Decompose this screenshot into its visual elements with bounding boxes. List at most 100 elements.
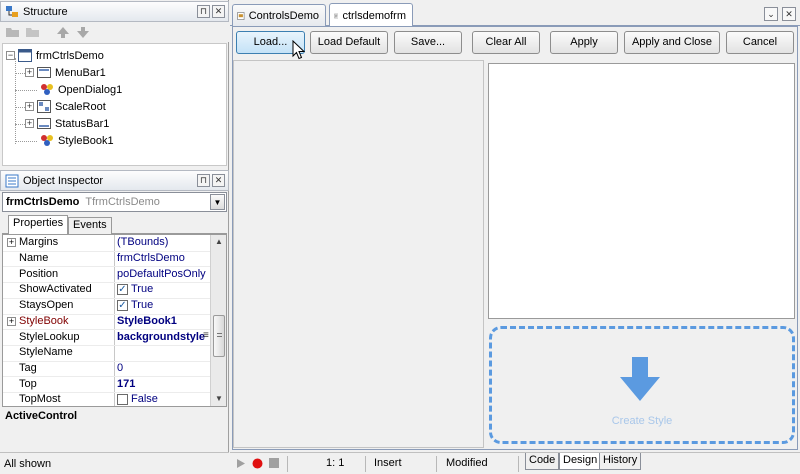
property-name: Margins	[19, 236, 59, 249]
structure-toolbar	[0, 22, 229, 42]
stylebook-icon	[41, 135, 53, 146]
expand-icon[interactable]: +	[25, 68, 34, 77]
property-value[interactable]: frmCtrlsDemo	[117, 251, 213, 266]
apply-and-close-button[interactable]: Apply and Close	[624, 31, 720, 54]
tree-node-statusbar1[interactable]: + StatusBar1	[25, 115, 109, 132]
scroll-up-icon[interactable]: ▲	[211, 235, 227, 249]
close-icon[interactable]: ✕	[212, 174, 225, 187]
clear-all-button[interactable]: Clear All	[472, 31, 540, 54]
record-icon[interactable]	[252, 458, 263, 469]
property-value-text: True	[131, 283, 154, 296]
dropdown-arrow-icon[interactable]: ▼	[210, 194, 225, 210]
property-row-top[interactable]: Top 171	[3, 376, 211, 392]
property-value[interactable]: False	[117, 392, 213, 406]
pin-icon[interactable]: ⊓	[197, 174, 210, 187]
expand-icon[interactable]: +	[25, 102, 34, 111]
tree-node-stylebook1[interactable]: StyleBook1	[37, 132, 114, 149]
tree-node-frmctrlsdemo[interactable]: − frmCtrlsDemo	[6, 47, 104, 64]
property-row-tag[interactable]: Tag 0	[3, 361, 211, 377]
tab-properties[interactable]: Properties	[8, 215, 69, 235]
tab-design[interactable]: Design	[559, 453, 602, 470]
checkbox-unchecked[interactable]	[117, 393, 128, 405]
property-value[interactable]: 0	[117, 361, 213, 376]
property-row-topmost[interactable]: TopMost False	[3, 392, 213, 406]
create-style-label: Create Style	[611, 415, 673, 427]
folder-open-icon[interactable]	[5, 25, 21, 39]
property-value[interactable]: 171	[117, 377, 213, 392]
tab-list-icon[interactable]: ⌄	[764, 7, 778, 21]
modified-status: Modified	[446, 457, 488, 469]
tree-node-scaleroot[interactable]: + ScaleRoot	[25, 98, 106, 115]
close-icon[interactable]: ✕	[212, 5, 225, 18]
cancel-button[interactable]: Cancel	[726, 31, 794, 54]
tree-node-label: StyleBook1	[58, 134, 114, 147]
scroll-down-icon[interactable]: ▼	[211, 392, 227, 406]
folder-icon[interactable]	[25, 25, 41, 39]
scroll-thumb[interactable]	[213, 315, 225, 357]
property-row-margins[interactable]: + Margins (TBounds)	[3, 235, 211, 251]
property-value[interactable]: StyleBook1	[117, 314, 213, 329]
property-value[interactable]: ✓ True	[117, 282, 213, 297]
tree-node-menubar1[interactable]: + MenuBar1	[25, 64, 106, 81]
play-icon[interactable]	[236, 458, 246, 469]
property-grid: + Margins (TBounds) Name frmCtrlsDemo Positio…	[2, 234, 227, 407]
checkbox-checked[interactable]: ✓	[117, 284, 128, 296]
property-name: StyleName	[19, 346, 73, 359]
tab-history[interactable]: History	[599, 453, 642, 470]
selected-component-name: frmCtrlsDemo	[6, 196, 80, 208]
ellipsis-icon[interactable]: ≡	[203, 330, 209, 341]
style-tree-panel[interactable]	[233, 60, 484, 448]
tab-controlsdemo[interactable]: ControlsDemo	[232, 4, 326, 26]
tab-events[interactable]: Events	[68, 217, 112, 234]
property-row-name[interactable]: Name frmCtrlsDemo	[3, 251, 211, 267]
property-row-stylelookup[interactable]: StyleLookup backgroundstyle	[3, 329, 211, 345]
property-row-stylebook[interactable]: + StyleBook StyleBook1	[3, 314, 211, 330]
property-value[interactable]	[117, 345, 213, 360]
property-value[interactable]: backgroundstyle	[117, 330, 213, 345]
expand-icon[interactable]: +	[7, 316, 16, 326]
close-tab-icon[interactable]: ✕	[782, 7, 796, 21]
property-row-position[interactable]: Position poDefaultPosOnly	[3, 266, 211, 282]
property-value-text: False	[131, 393, 158, 406]
property-value[interactable]: poDefaultPosOnly	[117, 267, 213, 282]
tree-node-label: MenuBar1	[55, 66, 106, 79]
pin-icon[interactable]: ⊓	[197, 5, 210, 18]
stop-icon[interactable]	[269, 458, 279, 468]
load-default-button[interactable]: Load Default	[310, 31, 388, 54]
property-value[interactable]: (TBounds)	[117, 235, 213, 250]
property-value[interactable]: ✓ True	[117, 298, 213, 313]
description-property-name: ActiveControl	[5, 410, 78, 422]
expand-icon[interactable]: +	[7, 238, 16, 247]
collapse-icon[interactable]: −	[6, 51, 15, 60]
create-style-dropzone[interactable]: Create Style	[489, 326, 795, 444]
editor-status-bar: 1: 1 Insert Modified Code Design History	[230, 452, 800, 474]
property-name: Tag	[19, 361, 37, 374]
statusbar-icon	[37, 118, 51, 129]
apply-button[interactable]: Apply	[550, 31, 618, 54]
property-row-staysopen[interactable]: StaysOpen ✓ True	[3, 298, 211, 314]
arrow-up-icon[interactable]	[55, 25, 71, 39]
property-name: StaysOpen	[19, 299, 74, 312]
property-name: TopMost	[19, 393, 61, 406]
selected-component-type: TfrmCtrlsDemo	[85, 196, 160, 208]
tab-code[interactable]: Code	[525, 453, 560, 470]
checkbox-checked[interactable]: ✓	[117, 299, 128, 311]
property-grid-scrollbar[interactable]: ▲ ▼	[210, 235, 226, 406]
property-name: Name	[19, 252, 49, 265]
property-row-stylename[interactable]: StyleName	[3, 345, 211, 361]
tree-node-label: StatusBar1	[55, 117, 110, 130]
arrow-down-icon[interactable]	[75, 25, 91, 39]
property-name: ShowActivated	[19, 283, 92, 296]
tab-label: ctrlsdemofrm	[342, 9, 406, 22]
tree-node-opendialog1[interactable]: OpenDialog1	[37, 81, 122, 98]
save-button[interactable]: Save...	[394, 31, 462, 54]
menubar-icon	[37, 67, 51, 78]
structure-title: Structure	[23, 5, 68, 18]
tree-node-label: OpenDialog1	[58, 83, 123, 96]
structure-icon	[6, 5, 18, 17]
component-selector[interactable]: frmCtrlsDemo TfrmCtrlsDemo ▼	[2, 192, 227, 212]
property-row-showactivated[interactable]: ShowActivated ✓ True	[3, 282, 211, 298]
expand-icon[interactable]: +	[25, 119, 34, 128]
property-name: Position	[19, 267, 59, 280]
tab-ctrlsdemofrm[interactable]: ctrlsdemofrm	[329, 3, 413, 27]
